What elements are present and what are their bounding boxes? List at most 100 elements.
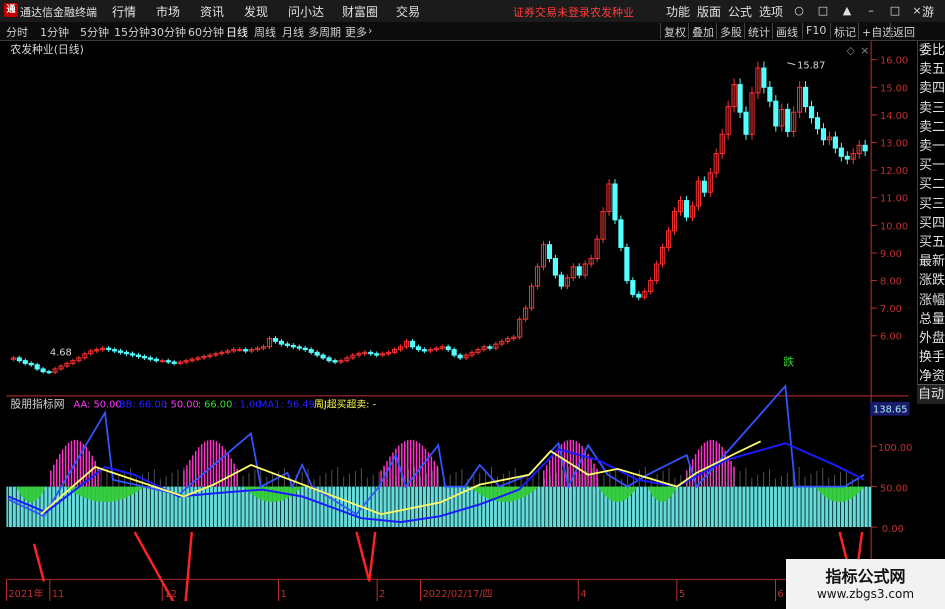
- trade-login-link[interactable]: 证券交易未登录: [513, 4, 590, 20]
- quote-tab-11[interactable]: 最新: [919, 252, 945, 271]
- date-label: 2: [379, 589, 385, 600]
- period-daily[interactable]: 日线: [226, 24, 248, 40]
- legend-line5: : 1.00: [233, 400, 261, 411]
- period-weekly[interactable]: 周线: [254, 24, 276, 40]
- tool-add-watchlist[interactable]: +自选: [862, 24, 893, 40]
- menu-wealth[interactable]: 财富圈: [342, 3, 378, 20]
- quote-tab-8[interactable]: 买三: [919, 195, 945, 214]
- kline-chart[interactable]: 6.007.008.009.0010.0011.0012.0013.0014.0…: [0, 41, 915, 601]
- candle-body: [302, 347, 308, 351]
- candle-body: [737, 84, 743, 113]
- candle-body: [832, 136, 838, 149]
- tool-mark[interactable]: 标记: [834, 24, 856, 40]
- quote-tab-1[interactable]: 卖五: [919, 60, 945, 79]
- diamond-icon[interactable]: ◇: [846, 44, 855, 57]
- quote-tab-16[interactable]: 换手: [919, 348, 945, 367]
- date-label: 2021年: [8, 587, 43, 600]
- candle-body: [409, 340, 416, 348]
- period-1min[interactable]: 1分钟: [40, 24, 69, 40]
- quote-tab-10[interactable]: 买五: [919, 233, 945, 252]
- candle-body: [237, 349, 243, 352]
- menu-market[interactable]: 市场: [156, 3, 180, 20]
- signal-label: 跌: [783, 354, 794, 368]
- quote-tab-3[interactable]: 卖三: [919, 99, 945, 118]
- price-tick-label: 16.00: [880, 56, 908, 67]
- close-pane-icon[interactable]: ×: [860, 44, 869, 57]
- quote-tab-15[interactable]: 外盘: [919, 329, 945, 348]
- candle-body: [171, 361, 177, 364]
- tool-restore-rights[interactable]: 复权: [664, 24, 686, 40]
- quote-tab-2[interactable]: 卖四: [919, 79, 945, 98]
- price-tick-label: 9.00: [880, 249, 902, 260]
- quote-tab-0[interactable]: 委比: [919, 41, 945, 60]
- message-icon[interactable]: □: [816, 4, 830, 18]
- tool-back[interactable]: 返回: [893, 24, 915, 40]
- menu-quotes[interactable]: 行情: [112, 3, 136, 20]
- candle-body: [129, 353, 136, 356]
- period-5min[interactable]: 5分钟: [80, 24, 109, 40]
- menu-news[interactable]: 资讯: [200, 3, 224, 20]
- menu-options[interactable]: 选项: [759, 3, 783, 20]
- period-more[interactable]: 更多: [345, 24, 367, 40]
- quote-tab-13[interactable]: 涨幅: [919, 291, 945, 310]
- candle-body: [141, 356, 147, 359]
- ind-axis-0: 0.00: [882, 524, 904, 535]
- candle-body: [46, 371, 52, 374]
- candle-body: [814, 117, 821, 130]
- stock-title: 农发种业(日线): [10, 42, 83, 56]
- candle-body: [147, 357, 153, 360]
- date-label: 4: [580, 589, 586, 600]
- quote-tab-4[interactable]: 卖二: [919, 118, 945, 137]
- menu-trade[interactable]: 交易: [396, 3, 420, 20]
- candle-body: [16, 357, 22, 362]
- quote-tab-6[interactable]: 买一: [919, 156, 945, 175]
- tool-multi-stock[interactable]: 多股: [720, 24, 742, 40]
- candle-body: [576, 266, 582, 276]
- candle-body: [743, 111, 749, 135]
- period-tick[interactable]: 分时: [6, 24, 28, 40]
- quote-tab-5[interactable]: 卖一: [919, 137, 945, 156]
- candle-body: [624, 246, 630, 282]
- period-30min[interactable]: 30分钟: [150, 24, 186, 40]
- price-tick-label: 13.00: [880, 138, 908, 149]
- legend-line4: : 66.00: [198, 400, 233, 411]
- tool-statistics[interactable]: 统计: [748, 24, 770, 40]
- quote-tab-9[interactable]: 买四: [919, 214, 945, 233]
- candle-body: [153, 358, 159, 362]
- candle-body: [284, 343, 290, 346]
- candle-body: [862, 144, 868, 152]
- period-multi[interactable]: 多周期: [308, 24, 341, 40]
- min-price-label: 4.68: [50, 348, 72, 359]
- tool-f10[interactable]: F10: [806, 24, 826, 37]
- maximize-icon[interactable]: □: [888, 4, 902, 18]
- date-label: 1: [281, 589, 287, 600]
- quote-tab-14[interactable]: 总量: [919, 310, 945, 329]
- auto-button[interactable]: 自动: [917, 384, 945, 404]
- menu-discover[interactable]: 发现: [244, 3, 268, 20]
- candle-body: [272, 338, 279, 342]
- menu-layout[interactable]: 版面: [697, 3, 721, 20]
- stock-name-link[interactable]: 农发种业: [590, 4, 634, 20]
- candle-body: [785, 108, 791, 133]
- price-tick-label: 12.00: [880, 166, 908, 177]
- menu-ask[interactable]: 问小达: [288, 3, 324, 20]
- period-15min[interactable]: 15分钟: [114, 24, 150, 40]
- candle-body: [820, 128, 827, 141]
- shirt-icon[interactable]: ▲: [840, 4, 854, 18]
- minimize-icon[interactable]: –: [864, 4, 878, 18]
- candle-body: [773, 100, 779, 127]
- tool-draw-line[interactable]: 画线: [776, 24, 798, 40]
- chevron-right-icon[interactable]: ›: [368, 24, 372, 37]
- headset-icon[interactable]: ○: [792, 4, 806, 18]
- quote-tab-12[interactable]: 涨跌: [919, 271, 945, 290]
- candle-body: [28, 362, 34, 366]
- watermark-title: 指标公式网: [825, 567, 906, 586]
- quote-tab-7[interactable]: 买二: [919, 175, 945, 194]
- tool-overlay[interactable]: 叠加: [692, 24, 714, 40]
- menu-function[interactable]: 功能: [666, 3, 690, 20]
- menu-formula[interactable]: 公式: [728, 3, 752, 20]
- legend-bb: BB: 66.00: [119, 400, 167, 411]
- period-monthly[interactable]: 月线: [282, 24, 304, 40]
- period-60min[interactable]: 60分钟: [188, 24, 224, 40]
- candle-body: [332, 360, 338, 363]
